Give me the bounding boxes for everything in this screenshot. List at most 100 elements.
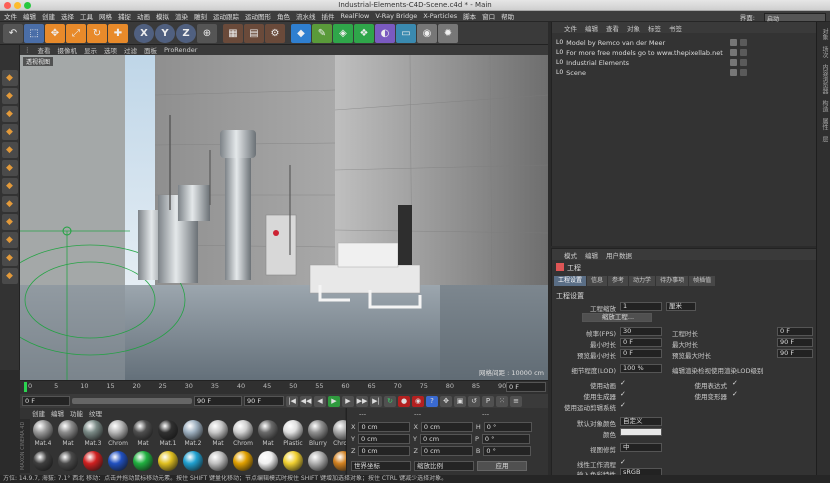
viewport-menu-item-1[interactable]: 摄像机 bbox=[58, 45, 78, 55]
use-expression-checkbox[interactable]: ✓ bbox=[732, 379, 738, 387]
menu-item-1[interactable]: 编辑 bbox=[23, 11, 36, 21]
right-strip-tab-0[interactable]: 对象 bbox=[820, 28, 829, 40]
tweak-mode-icon[interactable]: ◆ bbox=[1, 196, 18, 212]
start-frame-field[interactable]: 0 F bbox=[22, 396, 70, 406]
end-frame-field[interactable]: 90 F bbox=[194, 396, 242, 406]
step-back-icon[interactable]: ◀ bbox=[314, 395, 326, 407]
right-strip-tab-4[interactable]: 属性 bbox=[820, 118, 829, 130]
enable-toggle-icon[interactable] bbox=[740, 39, 747, 46]
deformer-icon[interactable]: ◐ bbox=[375, 23, 395, 43]
right-strip-tab-3[interactable]: 构造 bbox=[820, 100, 829, 112]
view-clip-select[interactable]: 中 bbox=[620, 443, 662, 452]
use-motion-system-checkbox[interactable]: ✓ bbox=[620, 401, 626, 409]
cube-icon[interactable]: ◆ bbox=[291, 23, 311, 43]
menu-item-17[interactable]: V-Ray Bridge bbox=[375, 12, 417, 20]
material-menu-item-2[interactable]: 功能 bbox=[70, 408, 83, 418]
perspective-viewport[interactable]: 透视视图 网格间距 : 10000 cm bbox=[20, 55, 548, 380]
snap-icon[interactable]: ◆ bbox=[1, 214, 18, 230]
position-field[interactable]: 0 cm bbox=[358, 446, 411, 456]
world-coord-icon[interactable]: ⊕ bbox=[197, 23, 217, 43]
viewport-menu-item-5[interactable]: 面板 bbox=[144, 45, 157, 55]
object-row[interactable]: L0 Industrial Elements bbox=[552, 58, 817, 67]
model-mode-icon[interactable]: ◆ bbox=[1, 70, 18, 86]
spline-pen-icon[interactable]: ✎ bbox=[312, 23, 332, 43]
material-swatch[interactable]: Chrom bbox=[231, 420, 255, 450]
right-strip-tab-1[interactable]: 场次 bbox=[820, 46, 829, 58]
key-scale-icon[interactable]: ▣ bbox=[454, 395, 466, 407]
enable-toggle-icon[interactable] bbox=[740, 69, 747, 76]
light-icon[interactable]: ✹ bbox=[438, 23, 458, 43]
menu-item-4[interactable]: 工具 bbox=[80, 11, 93, 21]
coord-mode-select[interactable]: 世界坐标 bbox=[351, 461, 411, 471]
camera-icon[interactable]: ◉ bbox=[417, 23, 437, 43]
viewport-menu-item-6[interactable]: ProRender bbox=[164, 46, 197, 54]
viewport-menu-item-3[interactable]: 选项 bbox=[104, 45, 117, 55]
attribute-tab-5[interactable]: 帧插值 bbox=[689, 276, 716, 286]
max-time-field[interactable]: 90 F bbox=[777, 338, 813, 347]
menu-item-18[interactable]: X-Particles bbox=[423, 12, 457, 20]
material-swatch[interactable]: Mat.3 bbox=[81, 420, 105, 450]
menu-item-3[interactable]: 选择 bbox=[61, 11, 74, 21]
use-deformer-checkbox[interactable]: ✓ bbox=[732, 390, 738, 398]
size-field[interactable]: 0 cm bbox=[419, 434, 472, 444]
object-menu-item-3[interactable]: 对象 bbox=[627, 23, 640, 33]
rotation-field[interactable]: 0 ° bbox=[481, 434, 530, 444]
visibility-toggle-icon[interactable] bbox=[730, 69, 737, 76]
menu-item-5[interactable]: 网格 bbox=[99, 11, 112, 21]
right-strip-tab-5[interactable]: 层 bbox=[820, 136, 829, 142]
texture-mode-icon[interactable]: ◆ bbox=[1, 88, 18, 104]
timeline-ruler[interactable]: 0 5 10 15 20 25 30 35 40 45 50 55 60 65 70 75 80 85 90 0 F bbox=[20, 380, 548, 394]
material-swatch[interactable]: Plastic bbox=[281, 420, 305, 450]
soft-selection-icon[interactable]: ◆ bbox=[1, 232, 18, 248]
attribute-tab-4[interactable]: 待办事项 bbox=[656, 276, 689, 286]
render-view-icon[interactable]: ▦ bbox=[223, 23, 243, 43]
position-field[interactable]: 0 cm bbox=[358, 422, 411, 432]
viewport-menu-item-4[interactable]: 过滤 bbox=[124, 45, 137, 55]
menu-item-15[interactable]: 插件 bbox=[322, 11, 335, 21]
lod-field[interactable]: 100 % bbox=[620, 364, 662, 373]
layout-select[interactable]: 启动 bbox=[764, 12, 826, 23]
material-menu-item-3[interactable]: 纹理 bbox=[89, 408, 102, 418]
attribute-tab-0[interactable]: 工程设置 bbox=[554, 276, 587, 286]
scale-mode-select[interactable]: 缩放比例 bbox=[414, 461, 474, 471]
menu-item-10[interactable]: 雕刻 bbox=[194, 11, 207, 21]
size-field[interactable]: 0 cm bbox=[420, 422, 473, 432]
key-param-icon[interactable]: P bbox=[482, 395, 494, 407]
project-scale-unit[interactable]: 厘米 bbox=[666, 302, 696, 311]
render-settings-icon[interactable]: ⚙ bbox=[265, 23, 285, 43]
project-time-field[interactable]: 0 F bbox=[777, 327, 813, 336]
right-strip-tab-2[interactable]: 内容浏览器 bbox=[820, 64, 829, 94]
linear-workflow-checkbox[interactable]: ✓ bbox=[620, 458, 626, 466]
x-axis-icon[interactable]: X bbox=[134, 23, 154, 43]
attribute-tab-1[interactable]: 信息 bbox=[587, 276, 608, 286]
lock-workplane-icon[interactable]: ◆ bbox=[1, 250, 18, 266]
undo-icon[interactable]: ↶ bbox=[3, 23, 23, 43]
size-field[interactable]: 0 cm bbox=[420, 446, 473, 456]
material-swatch[interactable]: Mat bbox=[131, 420, 155, 450]
rotation-field[interactable]: 0 ° bbox=[483, 446, 532, 456]
menu-item-2[interactable]: 创建 bbox=[42, 11, 55, 21]
default-color-select[interactable]: 自定义 bbox=[620, 417, 662, 426]
goto-end-icon[interactable]: ▶| bbox=[370, 395, 382, 407]
viewport-menu-item-0[interactable]: 查看 bbox=[38, 45, 51, 55]
attribute-tab-2[interactable]: 参考 bbox=[608, 276, 629, 286]
attribute-menu-item-0[interactable]: 模式 bbox=[564, 250, 577, 260]
object-menu-item-5[interactable]: 书签 bbox=[669, 23, 682, 33]
keyframe-selection-icon[interactable]: ? bbox=[426, 395, 438, 407]
key-rotation-icon[interactable]: ↺ bbox=[468, 395, 480, 407]
key-point-icon[interactable]: ⁙ bbox=[496, 395, 508, 407]
attribute-menu-item-2[interactable]: 用户数据 bbox=[606, 250, 632, 260]
select-live-icon[interactable]: ⬚ bbox=[24, 23, 44, 43]
use-generator-checkbox[interactable]: ✓ bbox=[620, 390, 626, 398]
material-swatch[interactable]: Mat bbox=[56, 420, 80, 450]
key-position-icon[interactable]: ✥ bbox=[440, 395, 452, 407]
goto-start-icon[interactable]: |◀ bbox=[286, 395, 298, 407]
recent-tool-icon[interactable]: ✚ bbox=[108, 23, 128, 43]
enable-toggle-icon[interactable] bbox=[740, 49, 747, 56]
max-frame-field[interactable]: 90 F bbox=[244, 396, 284, 406]
object-menu-item-0[interactable]: 文件 bbox=[564, 23, 577, 33]
y-axis-icon[interactable]: Y bbox=[155, 23, 175, 43]
enable-toggle-icon[interactable] bbox=[740, 59, 747, 66]
menu-item-6[interactable]: 捕捉 bbox=[118, 11, 131, 21]
menu-item-9[interactable]: 渲染 bbox=[175, 11, 188, 21]
